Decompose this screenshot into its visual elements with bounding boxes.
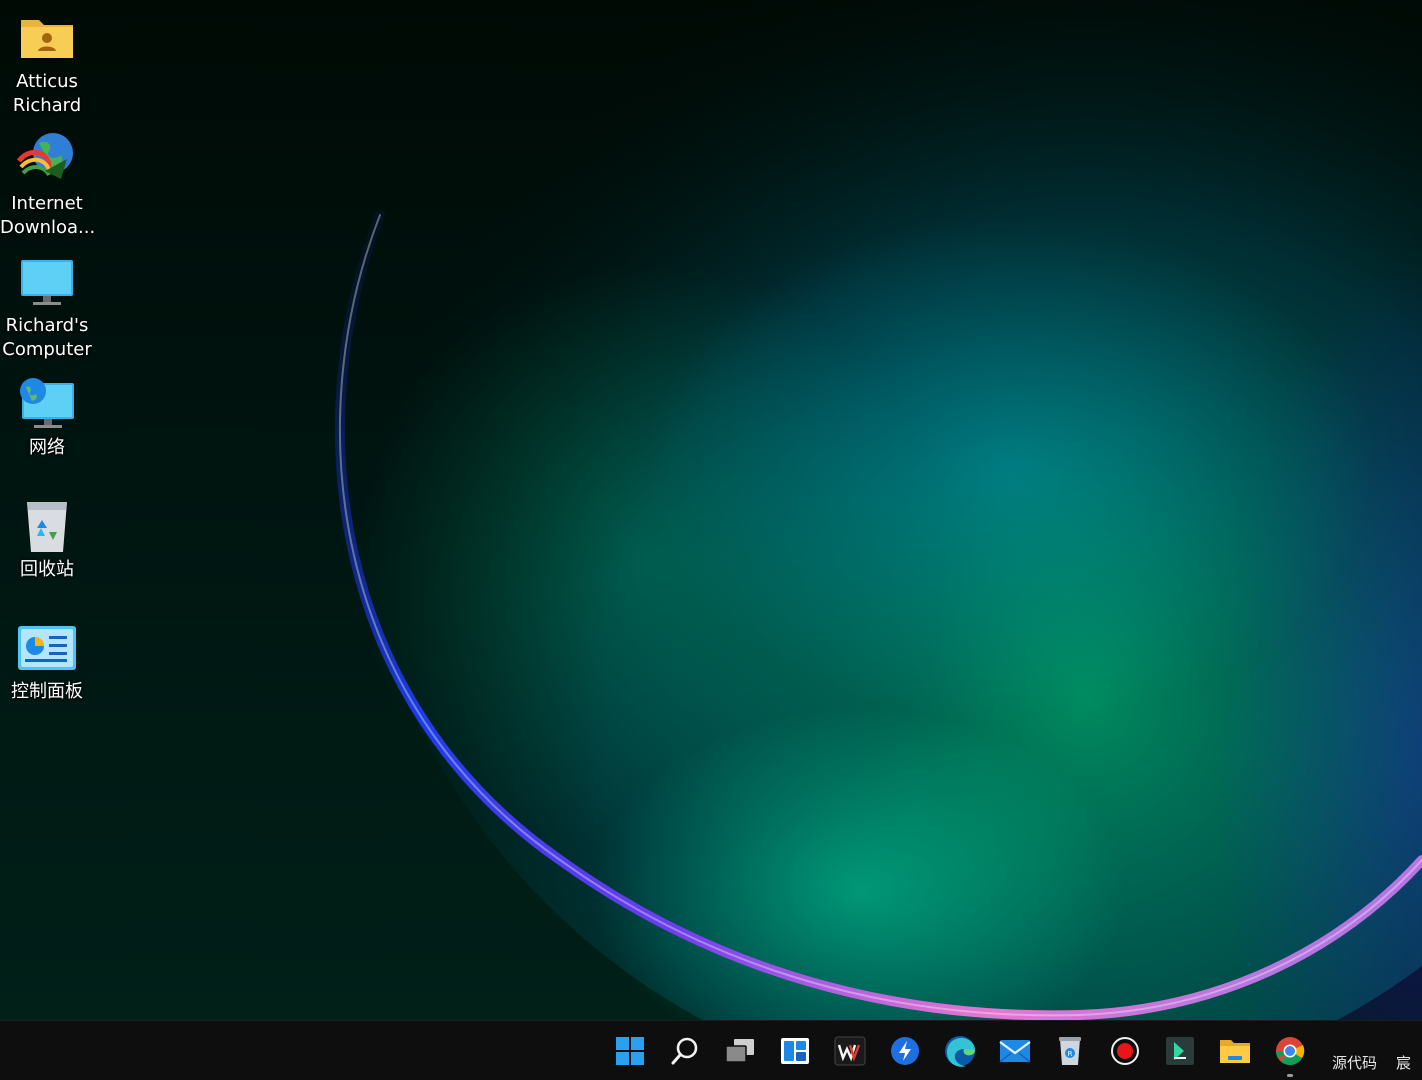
search-icon — [671, 1037, 698, 1065]
desktop-icon-label: Atticus Richard — [12, 71, 82, 116]
desktop-icon-label: Internet Downloa... — [0, 193, 96, 238]
start-button[interactable] — [610, 1031, 650, 1071]
computer-icon — [17, 252, 77, 312]
internet-download-manager-icon — [17, 130, 77, 190]
code-editor-icon — [1166, 1037, 1194, 1065]
active-app-indicator — [1287, 1074, 1293, 1077]
user-folder-icon — [17, 8, 77, 68]
recycle-tool-button[interactable]: R — [1050, 1031, 1090, 1071]
desktop-icon-label: 网络 — [29, 437, 65, 458]
edge-browser-button[interactable] — [940, 1031, 980, 1071]
control-panel-icon — [17, 618, 77, 678]
desktop-icon-label: Richard's Computer — [2, 315, 92, 360]
wallpaper-bloom — [334, 0, 1422, 1020]
thunder-button[interactable] — [885, 1031, 925, 1071]
windows-logo-icon — [616, 1037, 644, 1065]
task-view-icon — [725, 1039, 754, 1063]
widgets-button[interactable] — [775, 1031, 815, 1071]
desktop-icon-recycle-bin[interactable]: 回收站 — [0, 496, 94, 582]
recycle-tool-icon: R — [1059, 1037, 1081, 1065]
record-icon — [1111, 1037, 1139, 1065]
folder-icon — [1220, 1040, 1250, 1063]
tray-text-ime[interactable]: 宸 — [1396, 1052, 1411, 1073]
svg-text:R: R — [1068, 1050, 1073, 1058]
recycle-bin-icon — [17, 496, 77, 556]
screen-recorder-button[interactable] — [1105, 1031, 1145, 1071]
thunder-icon — [891, 1037, 919, 1065]
wps-icon — [834, 1036, 866, 1066]
wps-office-button[interactable] — [830, 1031, 870, 1071]
desktop-icon-control-panel[interactable]: 控制面板 — [0, 618, 94, 704]
taskbar: R 源代码 宸 — [0, 1020, 1422, 1080]
tray-text-source-code[interactable]: 源代码 — [1332, 1052, 1377, 1073]
mail-button[interactable] — [995, 1031, 1035, 1071]
file-explorer-button[interactable] — [1215, 1031, 1255, 1071]
chrome-icon — [1276, 1037, 1305, 1066]
desktop-icon-network[interactable]: 网络 — [0, 374, 94, 460]
search-button[interactable] — [665, 1031, 705, 1071]
widgets-icon — [781, 1038, 809, 1064]
network-icon — [17, 374, 77, 434]
desktop: Atticus Richard Internet Downloa... Rich — [0, 0, 1422, 1020]
desktop-icon-label: 控制面板 — [11, 681, 83, 702]
task-view-button[interactable] — [720, 1031, 760, 1071]
edge-icon — [945, 1036, 975, 1067]
desktop-icon-computer[interactable]: Richard's Computer — [0, 252, 94, 362]
code-editor-button[interactable] — [1160, 1031, 1200, 1071]
mail-icon — [999, 1040, 1031, 1063]
desktop-icon-internet-download-manager[interactable]: Internet Downloa... — [0, 130, 96, 240]
desktop-icon-label: 回收站 — [20, 559, 74, 580]
desktop-icon-user-folder[interactable]: Atticus Richard — [0, 8, 94, 118]
chrome-button[interactable] — [1270, 1031, 1310, 1077]
